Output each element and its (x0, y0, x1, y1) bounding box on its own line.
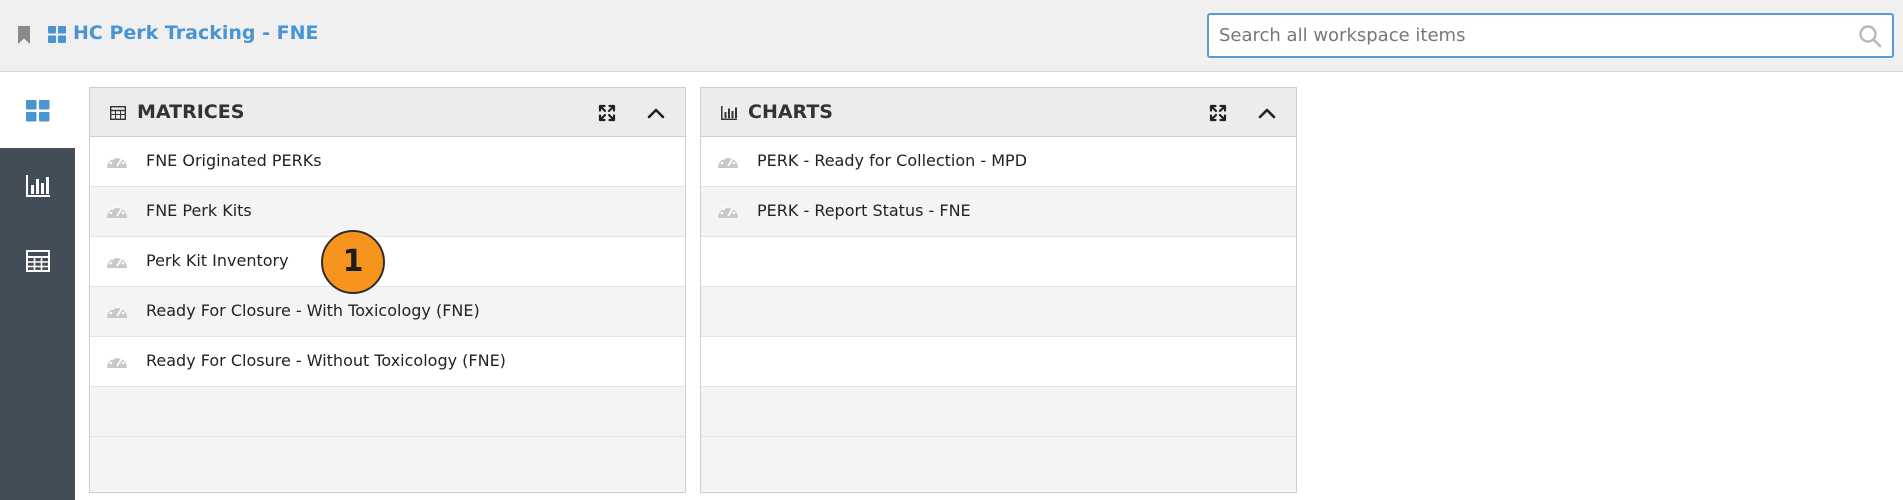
list-item[interactable]: FNE Originated PERKs (90, 137, 685, 187)
list-item-label[interactable]: Ready For Closure - With Toxicology (FNE… (146, 301, 480, 320)
gauge-icon (107, 355, 127, 368)
search-icon[interactable] (1858, 24, 1882, 48)
list-item-label[interactable]: PERK - Report Status - FNE (757, 201, 971, 220)
empty-row (701, 337, 1296, 387)
dashboard-grid-icon (48, 26, 66, 43)
empty-row (701, 387, 1296, 437)
charts-panel: CHARTS PERK - Ready for Collection - MPD… (700, 87, 1297, 493)
matrices-panel-title: MATRICES (137, 101, 245, 123)
list-item[interactable]: PERK - Ready for Collection - MPD (701, 137, 1296, 187)
list-item-label[interactable]: FNE Originated PERKs (146, 151, 322, 170)
matrices-panel-header: MATRICES (90, 88, 685, 137)
expand-icon[interactable] (598, 104, 616, 122)
list-item[interactable]: Perk Kit Inventory (90, 237, 685, 287)
list-item-label[interactable]: FNE Perk Kits (146, 201, 252, 220)
table-icon (110, 106, 126, 120)
chevron-up-icon[interactable] (647, 106, 665, 120)
bookmark-icon[interactable] (17, 26, 31, 44)
list-item-label[interactable]: Perk Kit Inventory (146, 251, 289, 270)
list-item[interactable]: Ready For Closure - With Toxicology (FNE… (90, 287, 685, 337)
dashboard-grid-icon (26, 100, 50, 122)
empty-row (701, 437, 1296, 492)
gauge-icon (107, 155, 127, 168)
list-item[interactable]: PERK - Report Status - FNE (701, 187, 1296, 237)
search-input[interactable] (1219, 20, 1829, 51)
list-item-label[interactable]: Ready For Closure - Without Toxicology (… (146, 351, 506, 370)
top-bar: HC Perk Tracking - FNE (0, 0, 1903, 72)
gauge-icon (107, 205, 127, 218)
gauge-icon (718, 155, 738, 168)
empty-row (701, 237, 1296, 287)
list-item[interactable]: Ready For Closure - Without Toxicology (… (90, 337, 685, 387)
charts-panel-header: CHARTS (701, 88, 1296, 137)
empty-row (90, 437, 685, 492)
charts-panel-title: CHARTS (748, 101, 833, 123)
bar-chart-icon (26, 175, 50, 197)
expand-icon[interactable] (1209, 104, 1227, 122)
gauge-icon (107, 305, 127, 318)
list-item[interactable]: FNE Perk Kits (90, 187, 685, 237)
search-box[interactable] (1207, 13, 1894, 58)
empty-row (90, 387, 685, 437)
bar-chart-icon (721, 106, 737, 120)
step-callout-badge: 1 (321, 230, 385, 294)
gauge-icon (718, 205, 738, 218)
gauge-icon (107, 255, 127, 268)
list-item-label[interactable]: PERK - Ready for Collection - MPD (757, 151, 1027, 170)
sidebar (0, 73, 75, 500)
matrices-panel: MATRICES FNE Originated PERKs FNE Perk K… (89, 87, 686, 493)
chevron-up-icon[interactable] (1258, 106, 1276, 120)
sidebar-item-charts[interactable] (0, 148, 75, 223)
table-icon (26, 250, 50, 272)
workspace-title[interactable]: HC Perk Tracking - FNE (73, 22, 318, 44)
sidebar-item-matrices[interactable] (0, 223, 75, 298)
sidebar-item-dashboards[interactable] (0, 73, 75, 148)
empty-row (701, 287, 1296, 337)
